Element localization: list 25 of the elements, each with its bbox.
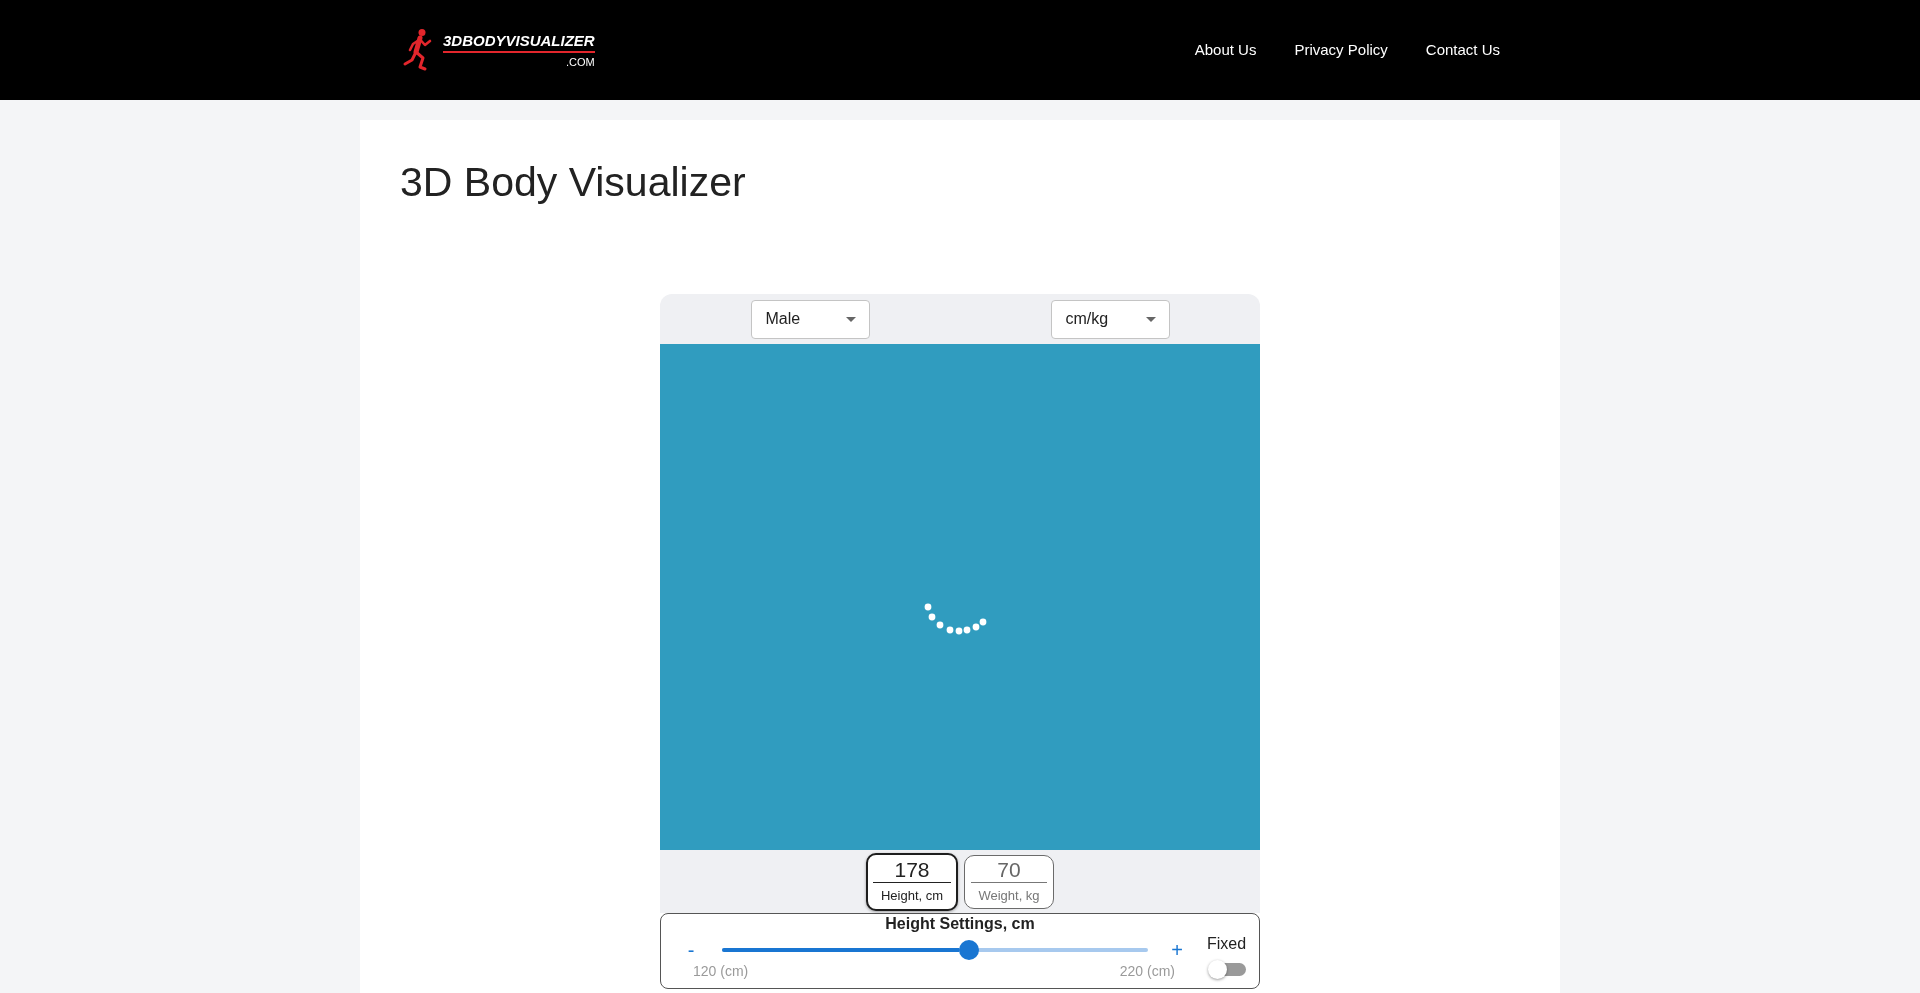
increase-button[interactable]: + bbox=[1165, 940, 1189, 960]
caret-icon bbox=[845, 316, 856, 322]
measurement-input[interactable]: 178 bbox=[873, 858, 951, 883]
toggle-label: Fixed bbox=[1207, 936, 1247, 952]
toggle-switch[interactable] bbox=[1207, 960, 1246, 979]
settings-title: Height Settings, cm bbox=[885, 915, 1035, 933]
measurement-input[interactable]: 70 bbox=[971, 858, 1047, 883]
logo-wordmark: 3DBODYVISUALIZER bbox=[443, 32, 595, 53]
logo-suffix: .COM bbox=[565, 56, 595, 68]
measurement-card[interactable]: 178 Height, cm bbox=[866, 852, 958, 911]
range-min-label: 120 (cm) bbox=[693, 964, 749, 978]
dropdown[interactable]: cm/kg bbox=[1050, 299, 1170, 339]
measurement-label: Height, cm bbox=[880, 888, 944, 902]
page-title: 3D Body Visualizer bbox=[400, 162, 746, 203]
measurement-card[interactable]: 70 Weight, kg bbox=[964, 854, 1054, 909]
dropdown[interactable]: Male bbox=[750, 299, 870, 339]
caret-icon bbox=[1145, 316, 1156, 322]
decrease-button[interactable]: - bbox=[679, 940, 703, 960]
nav-link[interactable]: Privacy Policy bbox=[1294, 38, 1388, 62]
nav-link[interactable]: About Us bbox=[1194, 38, 1257, 62]
measurement-label: Weight, kg bbox=[978, 888, 1040, 902]
slider-thumb[interactable] bbox=[959, 940, 980, 960]
range-max-label: 220 (cm) bbox=[1119, 964, 1175, 978]
nav-link[interactable]: Contact Us bbox=[1425, 38, 1500, 62]
runner-icon bbox=[402, 28, 433, 72]
